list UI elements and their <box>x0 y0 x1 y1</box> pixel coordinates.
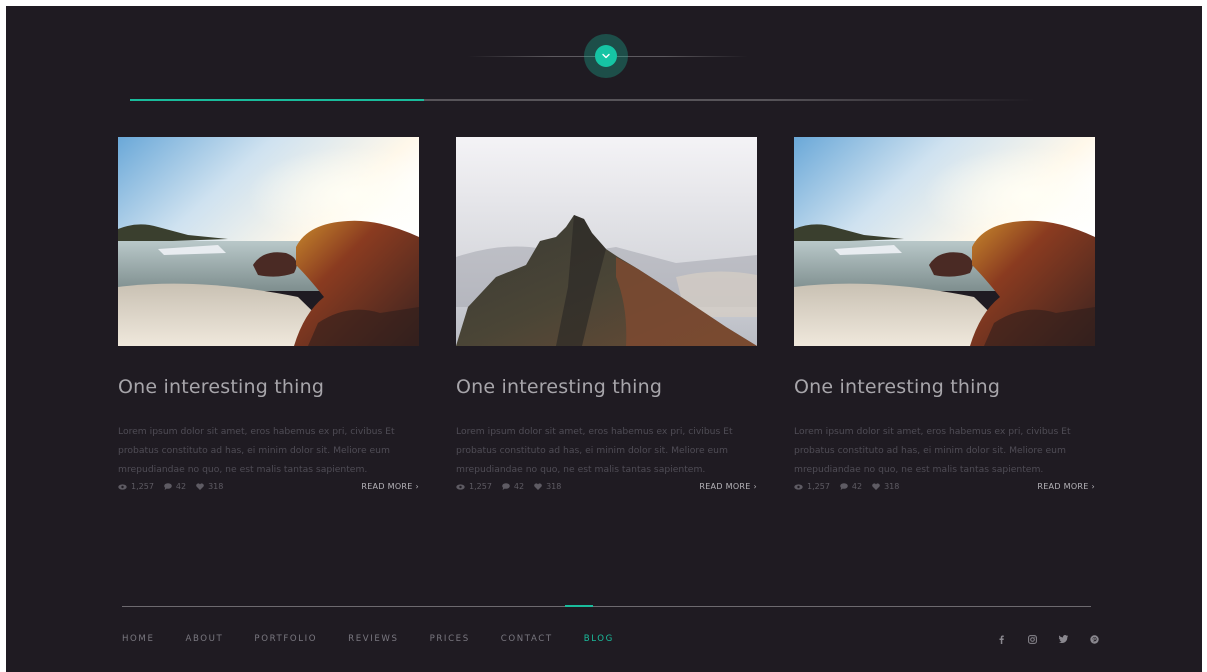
comment-icon <box>502 483 510 490</box>
footer-accent-marker <box>565 605 593 607</box>
views-count: 1,257 <box>131 482 154 491</box>
post-excerpt: Lorem ipsum dolor sit amet, eros habemus… <box>118 426 395 475</box>
post-stats: 1,257 42 318 <box>794 482 899 491</box>
blog-section: One interesting thing Lorem ipsum dolor … <box>6 6 1202 672</box>
twitter-link[interactable] <box>1056 632 1070 646</box>
post-meta: 1,257 42 318 READ MORE › <box>118 482 419 491</box>
comments-count: 42 <box>175 482 187 491</box>
nav-blog[interactable]: BLOG <box>584 634 614 644</box>
likes-count: 318 <box>546 482 562 491</box>
chevron-down-icon <box>602 53 610 59</box>
blog-card: One interesting thing Lorem ipsum dolor … <box>456 137 757 491</box>
post-title[interactable]: One interesting thing <box>794 376 1095 398</box>
pinterest-icon <box>1089 634 1099 644</box>
beach-sunset-image[interactable] <box>118 137 419 346</box>
nav-contact[interactable]: CONTACT <box>501 634 553 644</box>
comments-count: 42 <box>851 482 863 491</box>
progress-bar-fill <box>130 99 425 101</box>
comments-stat: 42 <box>840 482 862 491</box>
footer-nav: HOME ABOUT PORTFOLIO REVIEWS PRICES CONT… <box>122 634 645 644</box>
views-stat: 1,257 <box>118 482 154 491</box>
eye-icon <box>118 483 127 490</box>
heart-icon <box>534 483 542 490</box>
pinterest-link[interactable] <box>1087 632 1101 646</box>
comments-count: 42 <box>513 482 525 491</box>
post-meta: 1,257 42 318 READ MORE › <box>794 482 1095 491</box>
footer-divider <box>122 606 1091 607</box>
post-stats: 1,257 42 318 <box>118 482 223 491</box>
instagram-icon <box>1027 634 1037 644</box>
read-more-link[interactable]: READ MORE › <box>699 482 757 491</box>
views-stat: 1,257 <box>456 482 492 491</box>
likes-stat: 318 <box>872 482 899 491</box>
heart-icon <box>872 483 880 490</box>
likes-count: 318 <box>884 482 900 491</box>
eye-icon <box>794 483 803 490</box>
nav-about[interactable]: ABOUT <box>185 634 223 644</box>
mountain-peak-image[interactable] <box>456 137 757 346</box>
nav-reviews[interactable]: REVIEWS <box>348 634 398 644</box>
blog-card: One interesting thing Lorem ipsum dolor … <box>118 137 419 491</box>
views-stat: 1,257 <box>794 482 830 491</box>
comments-stat: 42 <box>164 482 186 491</box>
post-title[interactable]: One interesting thing <box>456 376 757 398</box>
nav-prices[interactable]: PRICES <box>430 634 470 644</box>
eye-icon <box>456 483 465 490</box>
comment-icon <box>164 483 172 490</box>
social-links <box>994 632 1101 646</box>
nav-home[interactable]: HOME <box>122 634 154 644</box>
blog-card: One interesting thing Lorem ipsum dolor … <box>794 137 1095 491</box>
post-excerpt: Lorem ipsum dolor sit amet, eros habemus… <box>456 426 733 475</box>
likes-stat: 318 <box>534 482 561 491</box>
scroll-down-button[interactable] <box>584 34 628 78</box>
scroll-button-core <box>595 45 617 67</box>
facebook-icon <box>999 635 1004 644</box>
comment-icon <box>840 483 848 490</box>
heart-icon <box>196 483 204 490</box>
beach-sunset-image[interactable] <box>794 137 1095 346</box>
facebook-link[interactable] <box>994 632 1008 646</box>
post-stats: 1,257 42 318 <box>456 482 561 491</box>
read-more-link[interactable]: READ MORE › <box>361 482 419 491</box>
views-count: 1,257 <box>807 482 830 491</box>
views-count: 1,257 <box>469 482 492 491</box>
post-meta: 1,257 42 318 READ MORE › <box>456 482 757 491</box>
progress-bar <box>130 99 1036 101</box>
likes-stat: 318 <box>196 482 223 491</box>
post-title[interactable]: One interesting thing <box>118 376 419 398</box>
comments-stat: 42 <box>502 482 524 491</box>
instagram-link[interactable] <box>1025 632 1039 646</box>
nav-portfolio[interactable]: PORTFOLIO <box>254 634 317 644</box>
post-excerpt: Lorem ipsum dolor sit amet, eros habemus… <box>794 426 1071 475</box>
twitter-icon <box>1058 635 1068 643</box>
likes-count: 318 <box>208 482 224 491</box>
read-more-link[interactable]: READ MORE › <box>1037 482 1095 491</box>
